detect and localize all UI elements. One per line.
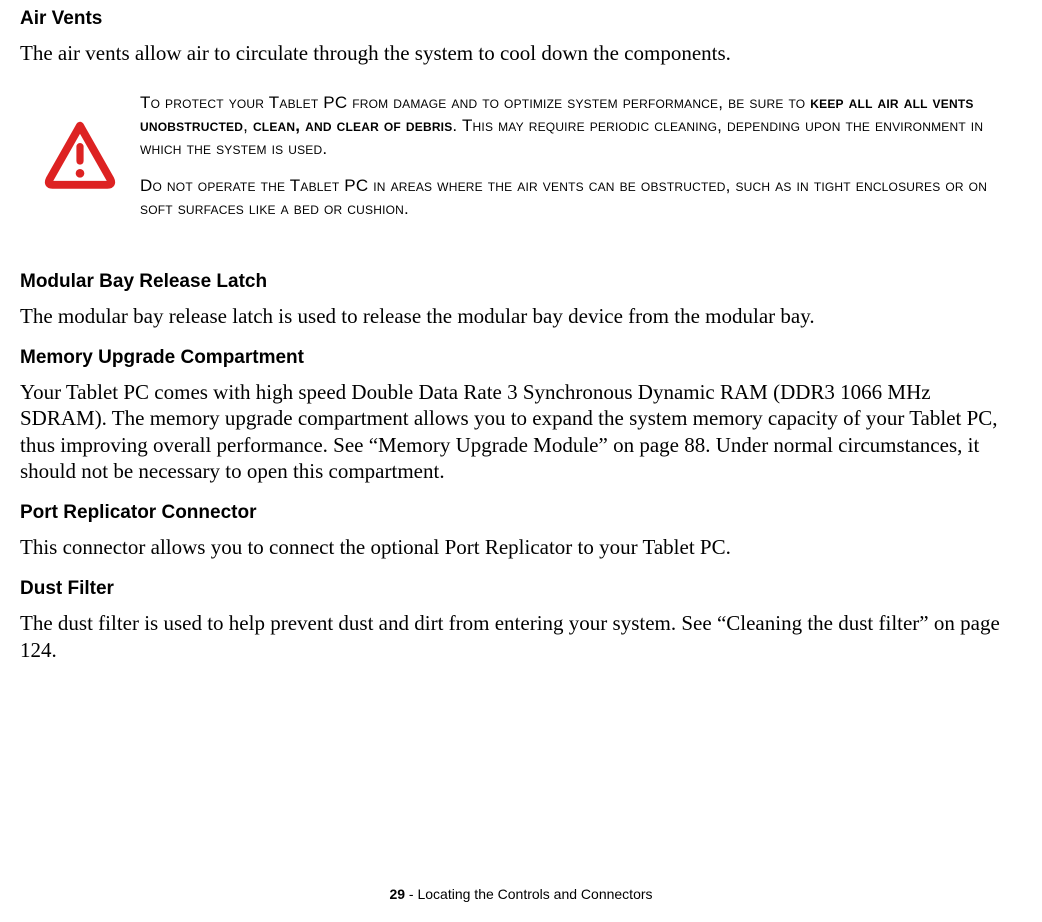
port-replicator-heading: Port Replicator Connector <box>20 502 1022 524</box>
warning-para-1: To protect your Tablet PC from damage an… <box>140 92 1022 161</box>
warning-para-2: Do not operate the Tablet PC in areas wh… <box>140 175 1022 221</box>
memory-heading: Memory Upgrade Compartment <box>20 347 1022 369</box>
warning-text-1a: To protect your Tablet PC from damage an… <box>140 93 810 112</box>
warning-text: To protect your Tablet PC from damage an… <box>140 92 1022 235</box>
warning-text-1d: clean, and clear of debris <box>253 116 452 135</box>
warning-text-1c: , <box>243 116 253 135</box>
warning-icon <box>20 92 140 192</box>
footer-title: Locating the Controls and Connectors <box>417 886 652 902</box>
modular-bay-body: The modular bay release latch is used to… <box>20 303 1022 329</box>
modular-bay-heading: Modular Bay Release Latch <box>20 271 1022 293</box>
air-vents-heading: Air Vents <box>20 8 1022 30</box>
footer-separator: - <box>405 886 417 902</box>
warning-block: To protect your Tablet PC from damage an… <box>20 92 1022 235</box>
memory-body: Your Tablet PC comes with high speed Dou… <box>20 379 1022 484</box>
air-vents-body: The air vents allow air to circulate thr… <box>20 40 1022 66</box>
dust-filter-heading: Dust Filter <box>20 578 1022 600</box>
page-number: 29 <box>389 886 405 902</box>
dust-filter-body: The dust filter is used to help prevent … <box>20 610 1022 663</box>
page-footer: 29 - Locating the Controls and Connector… <box>0 886 1042 902</box>
port-replicator-body: This connector allows you to connect the… <box>20 534 1022 560</box>
